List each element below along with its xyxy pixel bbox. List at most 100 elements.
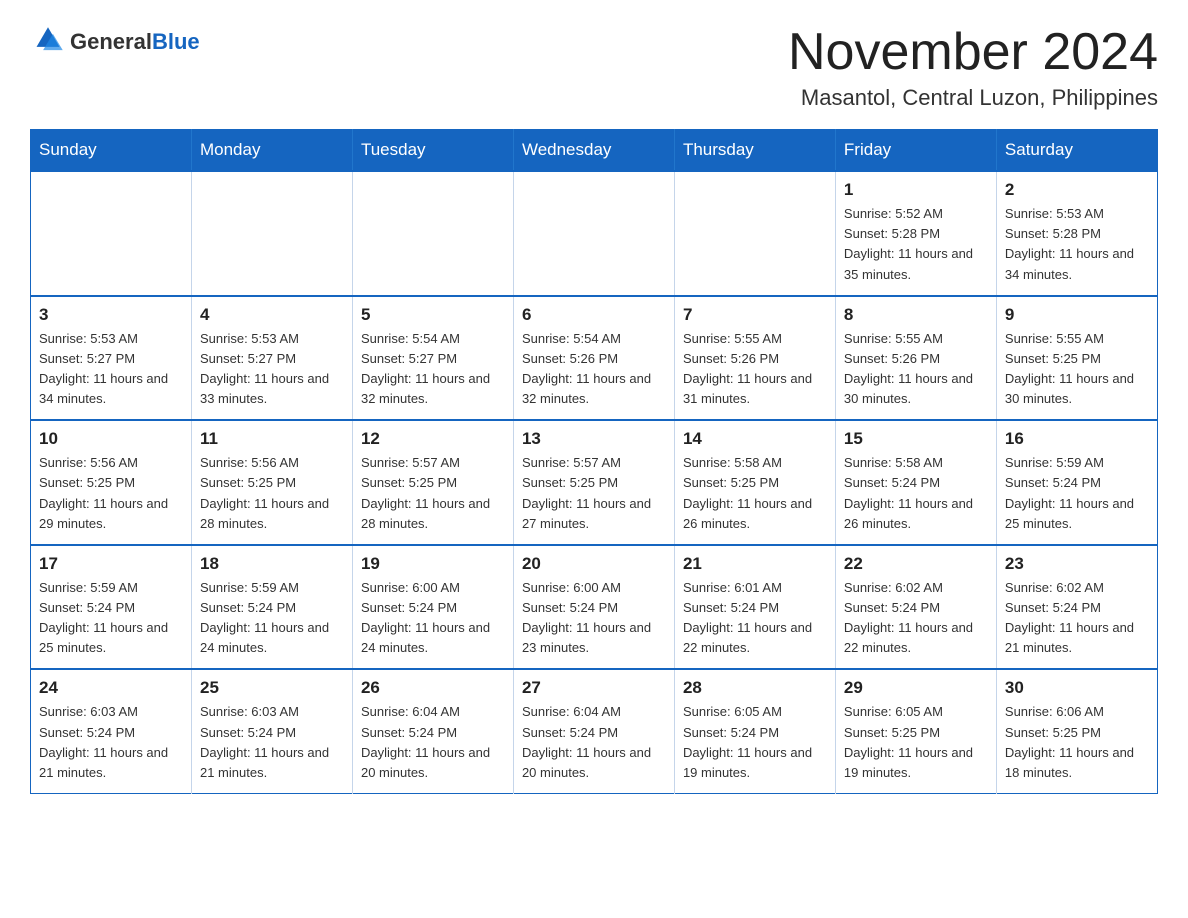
day-info: Sunrise: 6:06 AMSunset: 5:25 PMDaylight:… — [1005, 702, 1149, 783]
day-info: Sunrise: 5:56 AMSunset: 5:25 PMDaylight:… — [39, 453, 183, 534]
day-number: 3 — [39, 305, 183, 325]
day-number: 24 — [39, 678, 183, 698]
calendar-cell — [352, 171, 513, 296]
day-info: Sunrise: 6:02 AMSunset: 5:24 PMDaylight:… — [844, 578, 988, 659]
day-info: Sunrise: 5:55 AMSunset: 5:26 PMDaylight:… — [844, 329, 988, 410]
calendar-week-row: 3 Sunrise: 5:53 AMSunset: 5:27 PMDaylight… — [31, 296, 1158, 421]
day-number: 4 — [200, 305, 344, 325]
day-number: 25 — [200, 678, 344, 698]
day-number: 11 — [200, 429, 344, 449]
calendar-cell: 22Sunrise: 6:02 AMSunset: 5:24 PMDayligh… — [835, 545, 996, 670]
calendar-week-row: 1 Sunrise: 5:52 AMSunset: 5:28 PMDaylight… — [31, 171, 1158, 296]
weekday-header-friday: Friday — [835, 130, 996, 172]
calendar-cell: 14 Sunrise: 5:58 AMSunset: 5:25 PMDayligh… — [674, 420, 835, 545]
day-number: 6 — [522, 305, 666, 325]
day-number: 16 — [1005, 429, 1149, 449]
day-number: 21 — [683, 554, 827, 574]
weekday-header-row: SundayMondayTuesdayWednesdayThursdayFrid… — [31, 130, 1158, 172]
calendar-cell: 16 Sunrise: 5:59 AMSunset: 5:24 PMDayligh… — [996, 420, 1157, 545]
calendar-cell — [191, 171, 352, 296]
calendar-cell: 30 Sunrise: 6:06 AMSunset: 5:25 PMDayligh… — [996, 669, 1157, 793]
day-info: Sunrise: 5:53 AMSunset: 5:27 PMDaylight:… — [200, 329, 344, 410]
day-number: 26 — [361, 678, 505, 698]
day-number: 1 — [844, 180, 988, 200]
day-info: Sunrise: 5:57 AMSunset: 5:25 PMDaylight:… — [361, 453, 505, 534]
calendar-cell: 1 Sunrise: 5:52 AMSunset: 5:28 PMDaylight… — [835, 171, 996, 296]
day-info: Sunrise: 5:55 AMSunset: 5:25 PMDaylight:… — [1005, 329, 1149, 410]
day-number: 7 — [683, 305, 827, 325]
weekday-header-saturday: Saturday — [996, 130, 1157, 172]
day-number: 5 — [361, 305, 505, 325]
day-info: Sunrise: 5:58 AMSunset: 5:24 PMDaylight:… — [844, 453, 988, 534]
day-info: Sunrise: 5:52 AMSunset: 5:28 PMDaylight:… — [844, 204, 988, 285]
day-number: 30 — [1005, 678, 1149, 698]
day-number: 20 — [522, 554, 666, 574]
day-number: 28 — [683, 678, 827, 698]
calendar-cell: 28 Sunrise: 6:05 AMSunset: 5:24 PMDayligh… — [674, 669, 835, 793]
calendar-cell: 2 Sunrise: 5:53 AMSunset: 5:28 PMDaylight… — [996, 171, 1157, 296]
calendar-cell: 15 Sunrise: 5:58 AMSunset: 5:24 PMDayligh… — [835, 420, 996, 545]
logo-text: GeneralBlue — [70, 30, 200, 54]
calendar-cell: 27Sunrise: 6:04 AMSunset: 5:24 PMDayligh… — [513, 669, 674, 793]
day-number: 13 — [522, 429, 666, 449]
calendar-cell: 3 Sunrise: 5:53 AMSunset: 5:27 PMDaylight… — [31, 296, 192, 421]
day-info: Sunrise: 5:59 AMSunset: 5:24 PMDaylight:… — [1005, 453, 1149, 534]
day-number: 18 — [200, 554, 344, 574]
day-info: Sunrise: 6:00 AMSunset: 5:24 PMDaylight:… — [522, 578, 666, 659]
calendar-cell: 8 Sunrise: 5:55 AMSunset: 5:26 PMDaylight… — [835, 296, 996, 421]
calendar-week-row: 17Sunrise: 5:59 AMSunset: 5:24 PMDayligh… — [31, 545, 1158, 670]
logo-icon — [30, 24, 66, 60]
day-number: 2 — [1005, 180, 1149, 200]
day-info: Sunrise: 6:04 AMSunset: 5:24 PMDaylight:… — [361, 702, 505, 783]
calendar-cell: 9 Sunrise: 5:55 AMSunset: 5:25 PMDaylight… — [996, 296, 1157, 421]
day-info: Sunrise: 6:00 AMSunset: 5:24 PMDaylight:… — [361, 578, 505, 659]
day-info: Sunrise: 6:03 AMSunset: 5:24 PMDaylight:… — [200, 702, 344, 783]
calendar-cell: 11Sunrise: 5:56 AMSunset: 5:25 PMDayligh… — [191, 420, 352, 545]
calendar-cell: 23 Sunrise: 6:02 AMSunset: 5:24 PMDayligh… — [996, 545, 1157, 670]
calendar-cell: 20 Sunrise: 6:00 AMSunset: 5:24 PMDayligh… — [513, 545, 674, 670]
calendar-cell: 6Sunrise: 5:54 AMSunset: 5:26 PMDaylight… — [513, 296, 674, 421]
weekday-header-tuesday: Tuesday — [352, 130, 513, 172]
logo-area: GeneralBlue — [30, 24, 200, 60]
day-number: 15 — [844, 429, 988, 449]
calendar-cell: 5Sunrise: 5:54 AMSunset: 5:27 PMDaylight… — [352, 296, 513, 421]
day-info: Sunrise: 6:02 AMSunset: 5:24 PMDaylight:… — [1005, 578, 1149, 659]
calendar-cell: 19 Sunrise: 6:00 AMSunset: 5:24 PMDayligh… — [352, 545, 513, 670]
calendar-week-row: 24 Sunrise: 6:03 AMSunset: 5:24 PMDayligh… — [31, 669, 1158, 793]
day-info: Sunrise: 5:59 AMSunset: 5:24 PMDaylight:… — [39, 578, 183, 659]
day-info: Sunrise: 5:55 AMSunset: 5:26 PMDaylight:… — [683, 329, 827, 410]
header: GeneralBlue November 2024 Masantol, Cent… — [30, 24, 1158, 111]
day-info: Sunrise: 5:53 AMSunset: 5:27 PMDaylight:… — [39, 329, 183, 410]
day-number: 23 — [1005, 554, 1149, 574]
day-number: 9 — [1005, 305, 1149, 325]
calendar-cell: 24Sunrise: 6:03 AMSunset: 5:24 PMDayligh… — [31, 669, 192, 793]
day-info: Sunrise: 5:53 AMSunset: 5:28 PMDaylight:… — [1005, 204, 1149, 285]
subtitle: Masantol, Central Luzon, Philippines — [788, 85, 1158, 111]
calendar-cell: 13Sunrise: 5:57 AMSunset: 5:25 PMDayligh… — [513, 420, 674, 545]
weekday-header-sunday: Sunday — [31, 130, 192, 172]
day-info: Sunrise: 5:59 AMSunset: 5:24 PMDaylight:… — [200, 578, 344, 659]
day-number: 14 — [683, 429, 827, 449]
day-info: Sunrise: 6:04 AMSunset: 5:24 PMDaylight:… — [522, 702, 666, 783]
day-info: Sunrise: 6:05 AMSunset: 5:24 PMDaylight:… — [683, 702, 827, 783]
calendar-cell: 10Sunrise: 5:56 AMSunset: 5:25 PMDayligh… — [31, 420, 192, 545]
day-number: 12 — [361, 429, 505, 449]
calendar-cell: 26 Sunrise: 6:04 AMSunset: 5:24 PMDayligh… — [352, 669, 513, 793]
calendar-cell: 25 Sunrise: 6:03 AMSunset: 5:24 PMDayligh… — [191, 669, 352, 793]
calendar-cell: 18 Sunrise: 5:59 AMSunset: 5:24 PMDayligh… — [191, 545, 352, 670]
day-number: 19 — [361, 554, 505, 574]
day-number: 29 — [844, 678, 988, 698]
day-info: Sunrise: 5:58 AMSunset: 5:25 PMDaylight:… — [683, 453, 827, 534]
calendar-cell: 29Sunrise: 6:05 AMSunset: 5:25 PMDayligh… — [835, 669, 996, 793]
calendar-cell: 17Sunrise: 5:59 AMSunset: 5:24 PMDayligh… — [31, 545, 192, 670]
calendar-table: SundayMondayTuesdayWednesdayThursdayFrid… — [30, 129, 1158, 794]
day-info: Sunrise: 6:01 AMSunset: 5:24 PMDaylight:… — [683, 578, 827, 659]
calendar-cell: 4 Sunrise: 5:53 AMSunset: 5:27 PMDaylight… — [191, 296, 352, 421]
page-title: November 2024 — [788, 24, 1158, 81]
weekday-header-thursday: Thursday — [674, 130, 835, 172]
calendar-cell — [674, 171, 835, 296]
calendar-cell: 7 Sunrise: 5:55 AMSunset: 5:26 PMDaylight… — [674, 296, 835, 421]
weekday-header-monday: Monday — [191, 130, 352, 172]
day-number: 8 — [844, 305, 988, 325]
title-area: November 2024 Masantol, Central Luzon, P… — [788, 24, 1158, 111]
